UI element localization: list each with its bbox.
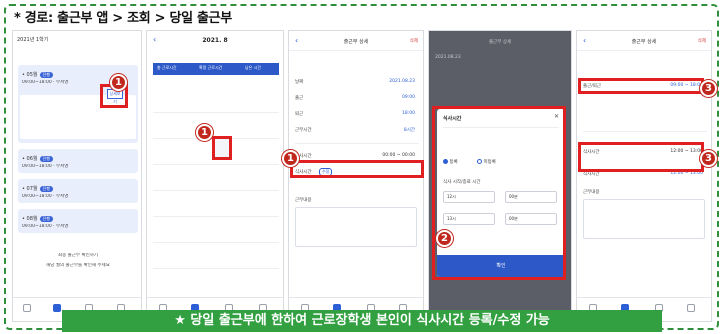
- card-sub: 09:00~18:00 · 부서명: [22, 194, 69, 199]
- notice-title: 최종 출근부 확인하기: [57, 253, 99, 258]
- memo-textarea[interactable]: [295, 207, 417, 247]
- status-badge: 진행: [39, 156, 53, 162]
- memo-label: 근무내용: [583, 190, 600, 195]
- calendar-week: [153, 87, 279, 113]
- summary-cell: 확정 근로시간: [199, 65, 223, 70]
- highlight-meal-row: [290, 160, 424, 178]
- attendance-icon[interactable]: [53, 304, 61, 312]
- field-value: 2021.08.23: [389, 79, 415, 84]
- summary-cell: 남은 시간: [245, 65, 261, 70]
- month-card[interactable]: • 08월 진행 09:00~18:00 · 부서명: [18, 209, 138, 233]
- calendar-week: [153, 243, 279, 269]
- highlight-today-cell: [212, 136, 232, 160]
- status-badge: 진행: [39, 216, 53, 222]
- step-marker: 2: [436, 230, 453, 247]
- card-sub: 09:00~18:00 · 부서명: [22, 80, 69, 85]
- notice-text: 해당 월의 출근부를 확인해 주세요: [46, 263, 110, 268]
- step-marker: 1: [282, 150, 299, 167]
- highlight-time-row: [578, 78, 704, 94]
- memo-textarea[interactable]: [583, 199, 705, 239]
- card-sub: 09:00~18:00 · 부서명: [22, 164, 69, 169]
- breadcrumb: * 경로: 출근부 앱 > 조회 > 당일 출근부: [14, 11, 232, 26]
- detail-title: 출근부 상세: [343, 39, 369, 45]
- field-label: 퇴근: [295, 112, 304, 117]
- field-label: 날짜: [295, 80, 304, 85]
- phone-result-screen: ‹ 출근부 상세 삭제 출근/퇴근 09:00 ~ 18:00 식사시간 12:…: [576, 30, 712, 322]
- bg-text: 2021.08.23: [435, 55, 461, 60]
- highlight-meal-result: [578, 142, 704, 172]
- divider: [583, 131, 707, 132]
- card-title: • 07월: [22, 186, 38, 192]
- calendar-week: [153, 165, 279, 191]
- field-value: 18:00: [402, 111, 415, 116]
- delete-button[interactable]: 삭제: [410, 38, 418, 44]
- card-title: • 08월: [22, 216, 38, 222]
- calendar-week: [153, 191, 279, 217]
- bg-title: 출근부 상세: [489, 40, 512, 45]
- screenshot-panels: 2021년 1학기 • 05월 진행 09:00~18:00 · 부서명 상세보기…: [12, 30, 717, 322]
- summary-bar: 총 근로시간 확정 근로시간 남은 시간: [153, 63, 279, 75]
- phone-list-screen: 2021년 1학기 • 05월 진행 09:00~18:00 · 부서명 상세보기…: [12, 30, 142, 322]
- status-badge: 진행: [39, 72, 53, 78]
- field-label: 출근: [295, 96, 304, 101]
- month-card[interactable]: • 06월 진행 09:00~18:00 · 부서명: [18, 149, 138, 173]
- status-badge: 진행: [39, 186, 53, 192]
- month-card[interactable]: • 07월 진행 09:00~18:00 · 부서명: [18, 179, 138, 203]
- highlight-modal: [432, 106, 566, 280]
- month-title: 2021. 8: [202, 37, 228, 44]
- step-marker: 1: [110, 74, 127, 91]
- memo-label: 근무내용: [295, 198, 312, 203]
- semester-header: 2021년 1학기: [17, 37, 49, 43]
- detail-header: ‹ 출근부 상세 삭제: [289, 31, 423, 51]
- field-value: 09:00: [402, 95, 415, 100]
- card-title: • 05월: [22, 72, 38, 78]
- back-icon[interactable]: ‹: [153, 35, 156, 44]
- card-sub: 09:00~18:00 · 부서명: [22, 224, 69, 229]
- step-marker: 1: [196, 124, 213, 141]
- step-marker: 3: [700, 150, 717, 167]
- meal-time-value: 00:00 ~ 00:00: [382, 153, 415, 158]
- detail-title: 출근부 상세: [631, 39, 657, 45]
- step-marker: 3: [700, 80, 717, 97]
- summary-cell: 총 근로시간: [157, 65, 177, 70]
- calendar-week: [153, 217, 279, 243]
- delete-button[interactable]: 삭제: [698, 38, 706, 44]
- divider: [295, 143, 419, 144]
- info-banner: ★ 당일 출근부에 한하여 근로장학생 본인이 식사시간 등록/수정 가능: [62, 310, 662, 332]
- field-label: 근무시간: [295, 128, 312, 133]
- home-icon[interactable]: [23, 304, 31, 312]
- phone-calendar-screen: 2021. 8 ‹ 총 근로시간 확정 근로시간 남은 시간: [146, 30, 284, 322]
- detail-header: ‹ 출근부 상세 삭제: [577, 31, 711, 51]
- field-value: 8시간: [403, 128, 415, 133]
- profile-icon[interactable]: [687, 304, 695, 312]
- card-title: • 06월: [22, 156, 38, 162]
